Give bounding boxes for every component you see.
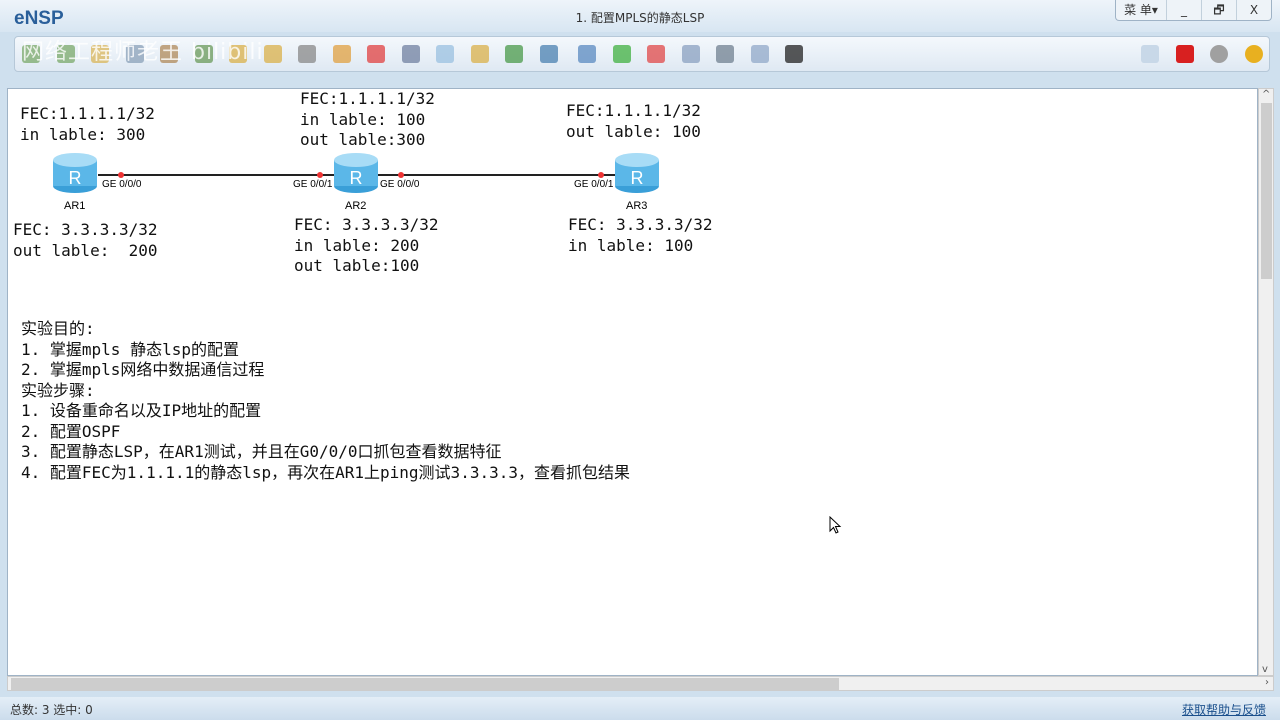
huawei-icon[interactable] bbox=[1175, 45, 1194, 63]
router-name: AR3 bbox=[626, 200, 648, 212]
minimize-button[interactable]: _ bbox=[1166, 0, 1201, 20]
help-feedback-link[interactable]: 获取帮助与反馈 bbox=[1182, 701, 1266, 718]
delete-icon[interactable] bbox=[367, 45, 385, 63]
router-name: AR2 bbox=[345, 200, 367, 212]
lab-notes: 实验目的: 1. 掌握mpls 静态lsp的配置 2. 掌握mpls网络中数据通信过… bbox=[21, 319, 630, 482]
close-button[interactable]: X bbox=[1236, 0, 1271, 20]
topology-icon[interactable] bbox=[716, 45, 734, 63]
port-dot bbox=[598, 172, 604, 178]
restore-button[interactable]: 🗗 bbox=[1201, 0, 1236, 20]
svg-text:R: R bbox=[631, 168, 644, 188]
horizontal-scroll-thumb[interactable] bbox=[11, 678, 839, 690]
ar1-top-label: FEC:1.1.1.1/32 in lable: 300 bbox=[20, 104, 155, 144]
ar2-bottom-label: FEC: 3.3.3.3/32 in lable: 200 out lable:10… bbox=[294, 215, 439, 275]
port-dot bbox=[118, 172, 124, 178]
select-icon[interactable] bbox=[298, 45, 316, 63]
router-ar1-icon[interactable]: R bbox=[52, 152, 98, 194]
router-ar2-icon[interactable]: R bbox=[333, 152, 379, 194]
help-icon[interactable] bbox=[1244, 45, 1263, 63]
zoom-in-icon[interactable] bbox=[505, 45, 523, 63]
rectangle-icon[interactable] bbox=[470, 45, 489, 63]
pan-icon[interactable] bbox=[332, 45, 351, 63]
delete-link-icon[interactable] bbox=[401, 45, 420, 63]
menu-button[interactable]: 菜 单▾ bbox=[1116, 0, 1166, 20]
svg-text:R: R bbox=[350, 168, 363, 188]
text-note-icon[interactable] bbox=[436, 45, 454, 63]
router-name: AR1 bbox=[64, 200, 86, 212]
redo-icon[interactable] bbox=[263, 45, 282, 63]
console-icon[interactable] bbox=[785, 45, 803, 63]
start-device-icon[interactable] bbox=[612, 45, 631, 63]
watermark: 网络工程师老王 bilibili bbox=[22, 40, 264, 65]
link-ar1-ar2[interactable] bbox=[98, 174, 338, 176]
vertical-scroll-thumb[interactable] bbox=[1261, 103, 1272, 279]
port-dot bbox=[317, 172, 323, 178]
port-label: GE 0/0/1 bbox=[293, 179, 333, 190]
vertical-scrollbar[interactable]: ^ v bbox=[1258, 88, 1274, 676]
port-label: GE 0/0/0 bbox=[102, 179, 142, 190]
chat-icon[interactable] bbox=[1141, 45, 1159, 63]
ar1-bottom-label: FEC: 3.3.3.3/32 out lable: 200 bbox=[13, 220, 158, 260]
settings-icon[interactable] bbox=[1210, 45, 1228, 63]
ar2-top-label: FEC:1.1.1.1/32 in lable: 100 out lable:300 bbox=[300, 89, 435, 149]
zoom-out-icon[interactable] bbox=[539, 45, 558, 63]
router-ar3-icon[interactable]: R bbox=[614, 152, 660, 194]
link-ar2-ar3[interactable] bbox=[378, 174, 618, 176]
mouse-cursor-icon bbox=[829, 516, 842, 534]
stop-device-icon[interactable] bbox=[647, 45, 665, 63]
status-bar: 总数: 3 选中: 0 获取帮助与反馈 bbox=[0, 697, 1280, 720]
port-label: GE 0/0/0 bbox=[380, 179, 420, 190]
window-title: 1. 配置MPLS的静态LSP bbox=[575, 11, 705, 25]
horizontal-scrollbar[interactable]: › bbox=[7, 676, 1274, 691]
port-dot bbox=[398, 172, 404, 178]
topology-canvas[interactable]: FEC:1.1.1.1/32 in lable: 300 FEC:1.1.1.1/… bbox=[7, 88, 1258, 676]
ar3-top-label: FEC:1.1.1.1/32 out lable: 100 bbox=[566, 101, 701, 141]
fit-1to1-icon[interactable] bbox=[578, 45, 596, 63]
ar3-bottom-label: FEC: 3.3.3.3/32 in lable: 100 bbox=[568, 215, 713, 255]
port-label: GE 0/0/1 bbox=[574, 179, 614, 190]
selection-count: 总数: 3 选中: 0 bbox=[10, 703, 93, 717]
svg-text:R: R bbox=[69, 168, 82, 188]
title-bar: eNSP 1. 配置MPLS的静态LSP 菜 单▾ _ 🗗 X bbox=[0, 0, 1280, 32]
grid-icon[interactable] bbox=[750, 45, 769, 63]
capture-icon[interactable] bbox=[681, 45, 700, 63]
